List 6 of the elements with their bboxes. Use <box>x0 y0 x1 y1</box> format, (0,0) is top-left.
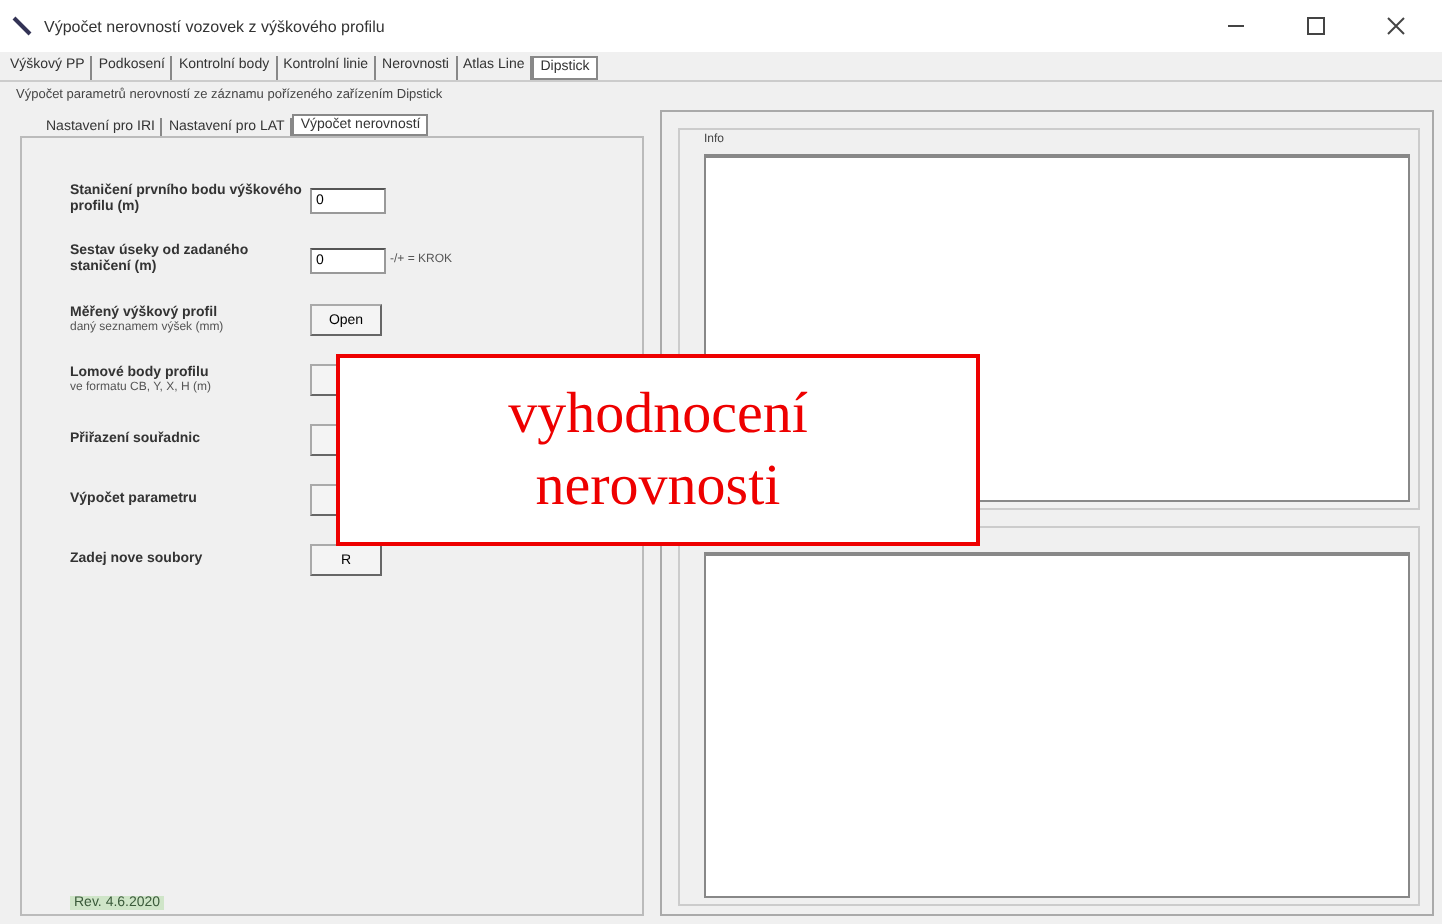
window-title: Výpočet nerovností vozovek z výškového profilu <box>44 17 387 35</box>
maximize-icon[interactable] <box>1306 16 1326 36</box>
callout-text: nerovnosti <box>535 452 781 522</box>
pen-icon <box>12 16 32 36</box>
close-icon[interactable] <box>1386 16 1406 36</box>
callout-text: vyhodnocení <box>508 380 808 450</box>
